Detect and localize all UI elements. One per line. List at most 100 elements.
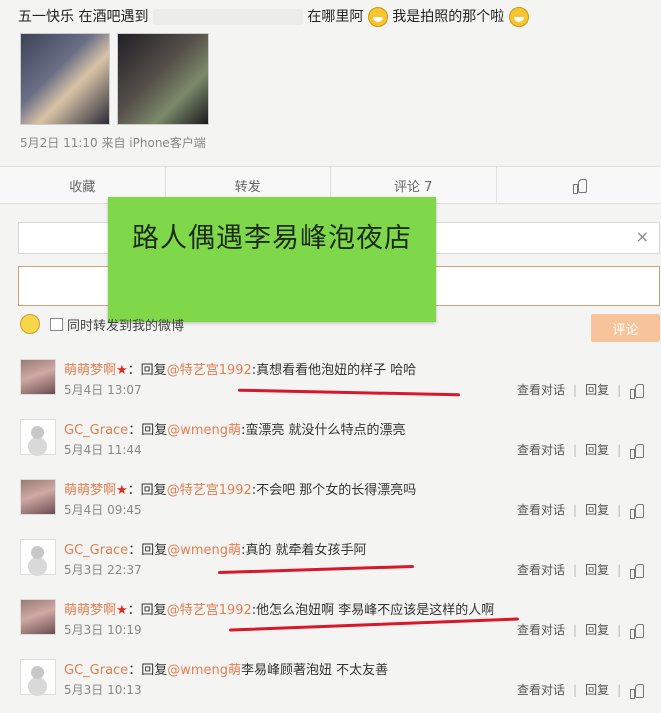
avatar[interactable] — [20, 479, 56, 515]
reply-prefix: ：回复 — [128, 483, 167, 498]
member-star-icon: ★ — [116, 603, 128, 618]
repost-option-label: 同时转发到我的微博 — [67, 315, 184, 334]
post-text-middle: 在哪里阿 — [307, 9, 363, 25]
emoji-picker-icon[interactable] — [20, 314, 40, 334]
comment-username[interactable]: 萌萌梦啊 — [64, 363, 116, 378]
submit-comment-button[interactable]: 评论 — [591, 314, 660, 342]
post-photo-2[interactable] — [117, 33, 209, 125]
comment-actions: 查看对话|回复| — [517, 561, 643, 578]
thumbs-up-icon[interactable] — [629, 383, 643, 397]
post-text: 五一快乐 在酒吧遇到 在哪里阿 我是拍照的那个啦 — [18, 6, 529, 27]
view-conversation-link[interactable]: 查看对话 — [517, 381, 565, 398]
comment-line: GC_Grace：回复@wmeng萌李易峰顾著泡妞 不太友善 — [64, 659, 388, 678]
member-star-icon: ★ — [116, 483, 128, 498]
comment-username[interactable]: GC_Grace — [64, 663, 128, 678]
reply-link[interactable]: 回复 — [585, 501, 609, 518]
comment-item: 萌萌梦啊★：回复@特艺宫1992:真想看看他泡妞的样子 哈哈 5月4日 13:07… — [0, 353, 661, 413]
comment-date: 5月4日 09:45 — [64, 501, 142, 518]
avatar[interactable] — [20, 539, 56, 575]
divider: | — [617, 683, 621, 697]
thumbs-up-icon — [572, 178, 586, 192]
mention-link[interactable]: @wmeng萌 — [167, 543, 241, 558]
reply-link[interactable]: 回复 — [585, 681, 609, 698]
reply-prefix: ：回复 — [128, 603, 167, 618]
comment-item: GC_Grace：回复@wmeng萌:真的 就牵着女孩手阿 5月3日 22:37 查… — [0, 533, 661, 593]
reply-prefix: ：回复 — [128, 663, 167, 678]
divider: | — [617, 623, 621, 637]
like-button[interactable] — [497, 167, 661, 203]
comment-text: :他怎么泡妞啊 李易峰不应该是这样的人啊 — [252, 603, 495, 618]
avatar[interactable] — [20, 419, 56, 455]
comment-actions: 查看对话 | 回复 | — [517, 381, 643, 398]
comment-actions: 查看对话 | 回复 | — [517, 621, 643, 638]
post-meta: 5月2日 11:10 来自 iPhone客户端 — [20, 134, 206, 151]
comment-item: GC_Grace：回复@wmeng萌:蛮漂亮 就没什么特点的漂亮 5月4日 11:… — [0, 413, 661, 473]
divider: | — [573, 383, 577, 397]
comment-options: 同时转发到我的微博 — [20, 312, 184, 336]
divider: | — [573, 443, 577, 457]
comment-username[interactable]: GC_Grace — [64, 423, 128, 438]
repost-checkbox[interactable] — [50, 318, 63, 331]
reply-prefix: ：回复 — [128, 423, 167, 438]
comment-line: 萌萌梦啊★：回复@特艺宫1992:真想看看他泡妞的样子 哈哈 — [64, 359, 416, 378]
comment-actions: 查看对话 | 回复 | — [517, 681, 643, 698]
comment-actions: 查看对话 | 回复 | — [517, 441, 643, 458]
comment-text: :真的 就牵着女孩手阿 — [241, 543, 367, 558]
reply-link[interactable]: 回复 — [585, 561, 609, 578]
reply-link[interactable]: 回复 — [585, 441, 609, 458]
mention-link[interactable]: @wmeng萌 — [167, 663, 241, 678]
divider: | — [573, 623, 577, 637]
thumbs-up-icon[interactable] — [629, 503, 643, 517]
reply-link[interactable]: 回复 — [585, 621, 609, 638]
avatar[interactable] — [20, 599, 56, 635]
mention-link[interactable]: @特艺宫1992 — [167, 363, 252, 378]
post-photo-1[interactable] — [20, 33, 110, 125]
divider: | — [617, 383, 621, 397]
comment-line: 萌萌梦啊★：回复@特艺宫1992:不会吧 那个女的长得漂亮吗 — [64, 479, 416, 498]
post-text-start: 五一快乐 在酒吧遇到 — [18, 9, 148, 25]
divider: | — [617, 503, 621, 517]
avatar[interactable] — [20, 359, 56, 395]
thumbs-up-icon[interactable] — [629, 563, 643, 577]
comment-text: 李易峰顾著泡妞 不太友善 — [241, 663, 388, 678]
thumbs-up-icon[interactable] — [629, 443, 643, 457]
avatar[interactable] — [20, 659, 56, 695]
sticker-caption: 路人偶遇李易峰泡夜店 — [126, 219, 418, 259]
comment-text: :蛮漂亮 就没什么特点的漂亮 — [241, 423, 406, 438]
divider: | — [573, 563, 577, 577]
mention-link[interactable]: @特艺宫1992 — [167, 603, 252, 618]
mention-link[interactable]: @特艺宫1992 — [167, 483, 252, 498]
laughing-emoji-icon — [368, 7, 388, 27]
comment-date: 5月3日 22:37 — [64, 561, 142, 578]
comment-line: 萌萌梦啊★：回复@特艺宫1992:他怎么泡妞啊 李易峰不应该是这样的人啊 — [64, 599, 494, 618]
view-conversation-link[interactable]: 查看对话 — [517, 561, 565, 578]
view-conversation-link[interactable]: 查看对话 — [517, 621, 565, 638]
comment-item: 萌萌梦啊★：回复@特艺宫1992:他怎么泡妞啊 李易峰不应该是这样的人啊5月3日… — [0, 593, 661, 653]
comment-username[interactable]: 萌萌梦啊 — [64, 483, 116, 498]
mention-link[interactable]: @wmeng萌 — [167, 423, 241, 438]
comment-username[interactable]: GC_Grace — [64, 543, 128, 558]
thumbs-up-icon[interactable] — [629, 623, 643, 637]
reply-prefix: ：回复 — [128, 363, 167, 378]
caption-sticker: 路人偶遇李易峰泡夜店 — [108, 197, 436, 322]
comment-item: GC_Grace：回复@wmeng萌李易峰顾著泡妞 不太友善 5月3日 10:13… — [0, 653, 661, 713]
redacted-text — [153, 9, 303, 25]
close-icon[interactable]: × — [636, 227, 649, 246]
comment-date: 5月3日 10:13 — [64, 681, 142, 698]
comment-date: 5月4日 13:07 — [64, 381, 142, 398]
reply-link[interactable]: 回复 — [585, 381, 609, 398]
reply-prefix: ：回复 — [128, 543, 167, 558]
comment-text: :不会吧 那个女的长得漂亮吗 — [252, 483, 417, 498]
thumbs-up-icon[interactable] — [629, 683, 643, 697]
divider: | — [573, 503, 577, 517]
member-star-icon: ★ — [116, 363, 128, 378]
view-conversation-link[interactable]: 查看对话 — [517, 681, 565, 698]
view-conversation-link[interactable]: 查看对话 — [517, 441, 565, 458]
comment-actions: 查看对话 | 回复 | — [517, 501, 643, 518]
comment-line: GC_Grace：回复@wmeng萌:蛮漂亮 就没什么特点的漂亮 — [64, 419, 406, 438]
comment-username[interactable]: 萌萌梦啊 — [64, 603, 116, 618]
divider: | — [617, 443, 621, 457]
divider: | — [573, 683, 577, 697]
view-conversation-link[interactable]: 查看对话 — [517, 501, 565, 518]
comment-date: 5月4日 11:44 — [64, 441, 142, 458]
